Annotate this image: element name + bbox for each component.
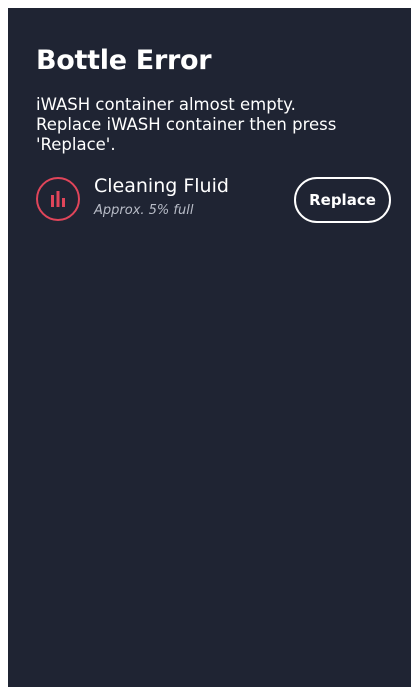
message-line-1: iWASH container almost empty. [36, 95, 296, 114]
bottle-error-panel: Bottle Error iWASH container almost empt… [8, 8, 411, 687]
fluid-status-row: Cleaning Fluid Approx. 5% full Replace [36, 174, 393, 226]
dialog-title: Bottle Error [36, 45, 212, 76]
dialog-message: iWASH container almost empty. Replace iW… [36, 95, 396, 155]
bar-level-icon [36, 177, 80, 221]
screen: Bottle Error iWASH container almost empt… [0, 0, 411, 687]
fluid-name: Cleaning Fluid [94, 175, 229, 197]
message-line-3: 'Replace'. [36, 135, 116, 154]
fluid-level-text: Approx. 5% full [94, 203, 194, 218]
replace-button[interactable]: Replace [294, 177, 391, 223]
message-line-2: Replace iWASH container then press [36, 115, 337, 134]
